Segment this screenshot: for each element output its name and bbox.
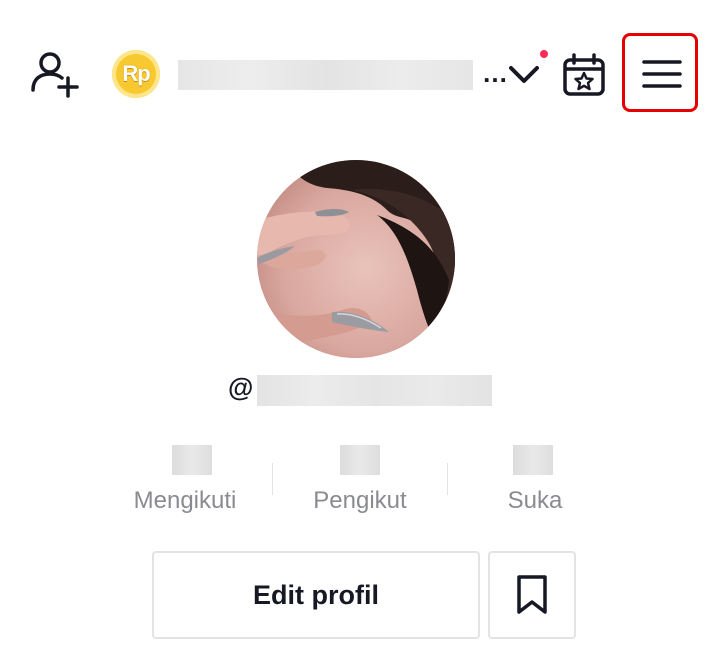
edit-profile-label: Edit profil [253, 579, 379, 610]
avatar-photo [257, 160, 455, 358]
following-label[interactable]: Mengikuti [110, 487, 260, 515]
coin-label: Rp [122, 61, 150, 86]
hamburger-menu-icon [642, 60, 682, 88]
person-plus-icon [31, 52, 79, 98]
stats-divider [447, 463, 448, 495]
profile-avatar[interactable] [257, 160, 455, 358]
account-name-redacted[interactable] [178, 60, 473, 90]
favorites-button[interactable] [488, 551, 576, 639]
notification-dot [540, 50, 548, 58]
chevron-down-icon [509, 66, 539, 83]
name-ellipsis: … [482, 58, 509, 88]
following-count-redacted[interactable] [172, 445, 212, 475]
calendar-star-icon [563, 53, 605, 96]
likes-label[interactable]: Suka [460, 487, 610, 515]
edit-profile-button[interactable]: Edit profil [152, 551, 480, 639]
menu-button[interactable] [641, 57, 683, 91]
add-friend-button[interactable] [28, 50, 82, 100]
followers-count-redacted[interactable] [340, 445, 380, 475]
coin-balance-button[interactable]: Rp [112, 50, 160, 98]
calendar-button[interactable] [560, 52, 608, 98]
stats-divider [272, 463, 273, 495]
at-symbol: @ [228, 372, 254, 402]
bookmark-icon [517, 575, 547, 614]
username-redacted [257, 375, 492, 406]
account-switch-button[interactable] [506, 60, 542, 88]
followers-label[interactable]: Pengikut [285, 487, 435, 515]
likes-count-redacted[interactable] [513, 445, 553, 475]
